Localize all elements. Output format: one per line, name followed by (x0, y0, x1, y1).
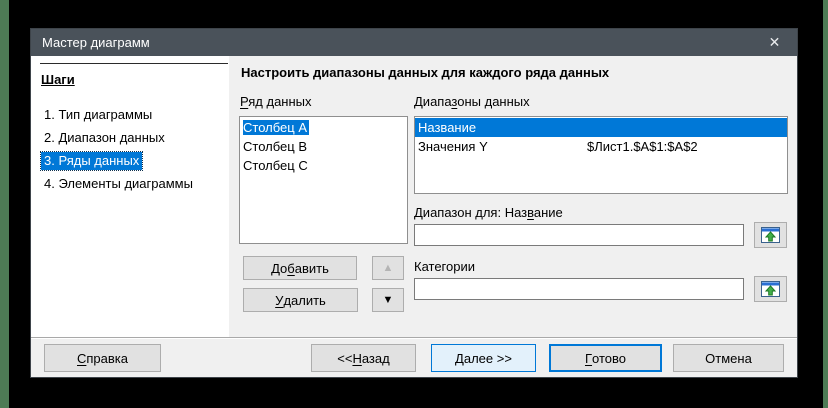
range-for-label: Диапазон для: Название (414, 205, 563, 220)
add-button[interactable]: До б авить (243, 256, 357, 280)
select-data-range-icon (761, 227, 780, 243)
desktop-background: Мастер диаграмм ✕ Шаги 1. Тип диаграммы … (0, 0, 828, 408)
move-up-button[interactable]: ▲ (372, 256, 404, 280)
range-row-name[interactable]: Название (415, 118, 787, 137)
step-data-range[interactable]: 2. Диапазон данных (41, 128, 223, 148)
back-button[interactable]: << Назад (311, 344, 416, 372)
dialog-body: Шаги 1. Тип диаграммы 2. Диапазон данных… (31, 56, 797, 377)
chart-wizard-dialog: Мастер диаграмм ✕ Шаги 1. Тип диаграммы … (30, 28, 798, 378)
categories-input[interactable] (414, 278, 744, 300)
remove-button[interactable]: Удалить (243, 288, 358, 312)
steps-list: 1. Тип диаграммы 2. Диапазон данных 3. Р… (39, 105, 223, 197)
data-series-listbox[interactable]: Столбец A Столбец B Столбец C (239, 116, 408, 244)
select-range-button[interactable] (754, 276, 787, 302)
cancel-button[interactable]: Отмена (673, 344, 784, 372)
step-chart-elements[interactable]: 4. Элементы диаграммы (41, 174, 223, 194)
series-list-label: Ряд данных (240, 94, 312, 109)
help-button[interactable]: Справка (44, 344, 161, 372)
move-down-button[interactable]: ▼ (372, 288, 404, 312)
data-ranges-listbox[interactable]: Название Значения Y $Лист1.$A$1:$A$2 (414, 116, 788, 194)
move-down-arrow-icon: ▼ (382, 294, 394, 306)
list-item-series[interactable]: Столбец B (240, 137, 407, 156)
background-strip-right (823, 0, 828, 408)
ranges-list-label: Диапазоны данных (414, 94, 530, 109)
page-title: Настроить диапазоны данных для каждого р… (241, 65, 610, 80)
move-up-arrow-icon: ▲ (382, 262, 394, 274)
close-icon[interactable]: ✕ (752, 29, 797, 56)
steps-heading: Шаги (41, 72, 75, 87)
background-strip-left (0, 0, 9, 408)
select-range-button[interactable] (754, 222, 787, 248)
steps-sidebar: Шаги 1. Тип диаграммы 2. Диапазон данных… (31, 56, 229, 337)
step-data-series[interactable]: 3. Ряды данных (39, 151, 223, 171)
titlebar[interactable]: Мастер диаграмм ✕ (31, 29, 797, 56)
window-title: Мастер диаграмм (42, 35, 150, 50)
step-chart-type[interactable]: 1. Тип диаграммы (41, 105, 223, 125)
range-row-y-values[interactable]: Значения Y $Лист1.$A$1:$A$2 (415, 137, 787, 156)
list-item-series[interactable]: Столбец C (240, 156, 407, 175)
footer-separator (31, 337, 797, 339)
next-button[interactable]: Далее >> (431, 344, 536, 372)
range-for-input[interactable] (414, 224, 744, 246)
list-item-series[interactable]: Столбец A (240, 118, 407, 137)
categories-label: Категории (414, 259, 475, 274)
select-data-range-icon (761, 281, 780, 297)
finish-button[interactable]: Готово (549, 344, 662, 372)
sidebar-separator (40, 63, 228, 64)
